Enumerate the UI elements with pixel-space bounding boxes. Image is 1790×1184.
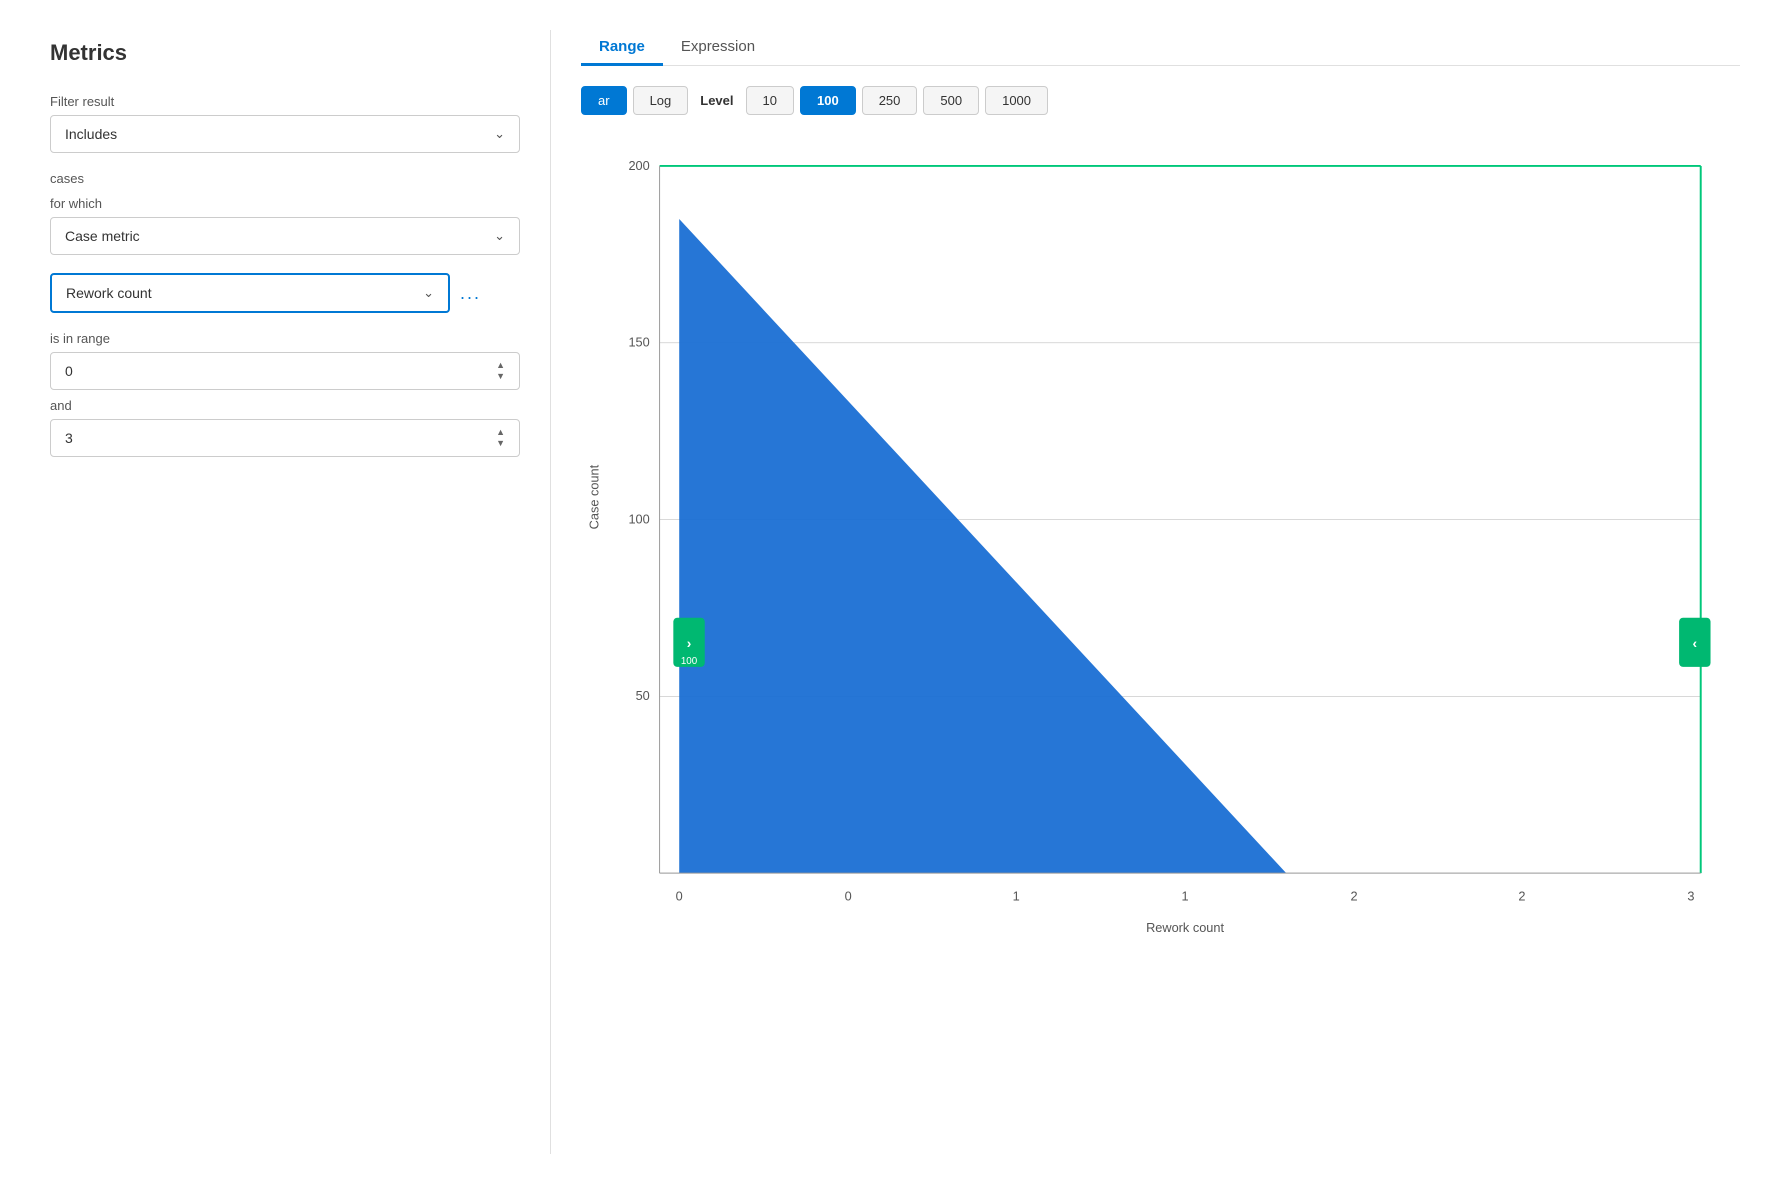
log-button[interactable]: Log bbox=[633, 86, 689, 115]
x-tick-2b: 2 bbox=[1518, 889, 1525, 904]
level-1000-button[interactable]: 1000 bbox=[985, 86, 1048, 115]
tab-range[interactable]: Range bbox=[581, 30, 663, 66]
range-max-spinner[interactable]: ▲ ▼ bbox=[496, 428, 505, 448]
range-min-spinner[interactable]: ▲ ▼ bbox=[496, 361, 505, 381]
x-tick-2a: 2 bbox=[1350, 889, 1357, 904]
filter-result-label: Filter result bbox=[50, 94, 520, 109]
level-500-button[interactable]: 500 bbox=[923, 86, 979, 115]
panel-title: Metrics bbox=[50, 40, 520, 66]
chart-svg: 200 150 100 50 0 0 1 1 2 2 3 Case count … bbox=[581, 139, 1740, 959]
range-min-down-icon[interactable]: ▼ bbox=[496, 372, 505, 381]
cases-text: cases bbox=[50, 171, 520, 186]
range-max-value: 3 bbox=[65, 430, 73, 446]
y-tick-150: 150 bbox=[628, 335, 649, 350]
left-slider-value: 100 bbox=[681, 656, 698, 667]
x-axis-label: Rework count bbox=[1146, 920, 1224, 935]
case-metric-select[interactable]: Case metric ⌄ bbox=[50, 217, 520, 255]
range-max-up-icon[interactable]: ▲ bbox=[496, 428, 505, 437]
x-tick-1a: 1 bbox=[1013, 889, 1020, 904]
level-10-button[interactable]: 10 bbox=[746, 86, 794, 115]
is-in-range-label: is in range bbox=[50, 331, 520, 346]
range-max-input[interactable]: 3 ▲ ▼ bbox=[50, 419, 520, 457]
rework-count-select[interactable]: Rework count ⌄ bbox=[50, 273, 450, 313]
x-tick-0b: 0 bbox=[845, 889, 852, 904]
level-250-button[interactable]: 250 bbox=[862, 86, 918, 115]
filter-result-chevron-icon: ⌄ bbox=[494, 126, 505, 142]
level-label: Level bbox=[700, 93, 733, 108]
range-min-input[interactable]: 0 ▲ ▼ bbox=[50, 352, 520, 390]
y-axis-label: Case count bbox=[587, 464, 602, 529]
y-tick-50: 50 bbox=[636, 688, 650, 703]
x-tick-1b: 1 bbox=[1182, 889, 1189, 904]
y-tick-200: 200 bbox=[628, 158, 649, 173]
case-metric-chevron-icon: ⌄ bbox=[494, 228, 505, 244]
for-which-label: for which bbox=[50, 196, 520, 211]
right-slider-arrow-icon: ‹ bbox=[1693, 636, 1698, 651]
x-tick-0a: 0 bbox=[676, 889, 683, 904]
rework-count-value: Rework count bbox=[66, 285, 152, 301]
left-panel: Metrics Filter result Includes ⌄ cases f… bbox=[20, 20, 550, 1164]
tabs-row: Range Expression bbox=[581, 30, 1740, 66]
right-panel: Range Expression ar Log Level 10 100 250… bbox=[551, 20, 1770, 1164]
range-max-down-icon[interactable]: ▼ bbox=[496, 439, 505, 448]
controls-row: ar Log Level 10 100 250 500 1000 bbox=[581, 86, 1740, 115]
filter-result-select[interactable]: Includes ⌄ bbox=[50, 115, 520, 153]
range-min-up-icon[interactable]: ▲ bbox=[496, 361, 505, 370]
and-label: and bbox=[50, 398, 520, 413]
metric-row: Rework count ⌄ ... bbox=[50, 273, 520, 313]
filter-result-value: Includes bbox=[65, 126, 117, 142]
left-slider-arrow-icon: › bbox=[687, 636, 692, 651]
rework-count-chevron-icon: ⌄ bbox=[423, 285, 434, 301]
level-100-button[interactable]: 100 bbox=[800, 86, 856, 115]
range-min-value: 0 bbox=[65, 363, 73, 379]
tab-expression[interactable]: Expression bbox=[663, 30, 773, 66]
case-metric-value: Case metric bbox=[65, 228, 140, 244]
ar-button[interactable]: ar bbox=[581, 86, 627, 115]
x-tick-3: 3 bbox=[1687, 889, 1694, 904]
more-options-button[interactable]: ... bbox=[460, 283, 481, 304]
chart-wrapper: 200 150 100 50 0 0 1 1 2 2 3 Case count … bbox=[581, 139, 1740, 959]
y-tick-100: 100 bbox=[628, 511, 649, 526]
